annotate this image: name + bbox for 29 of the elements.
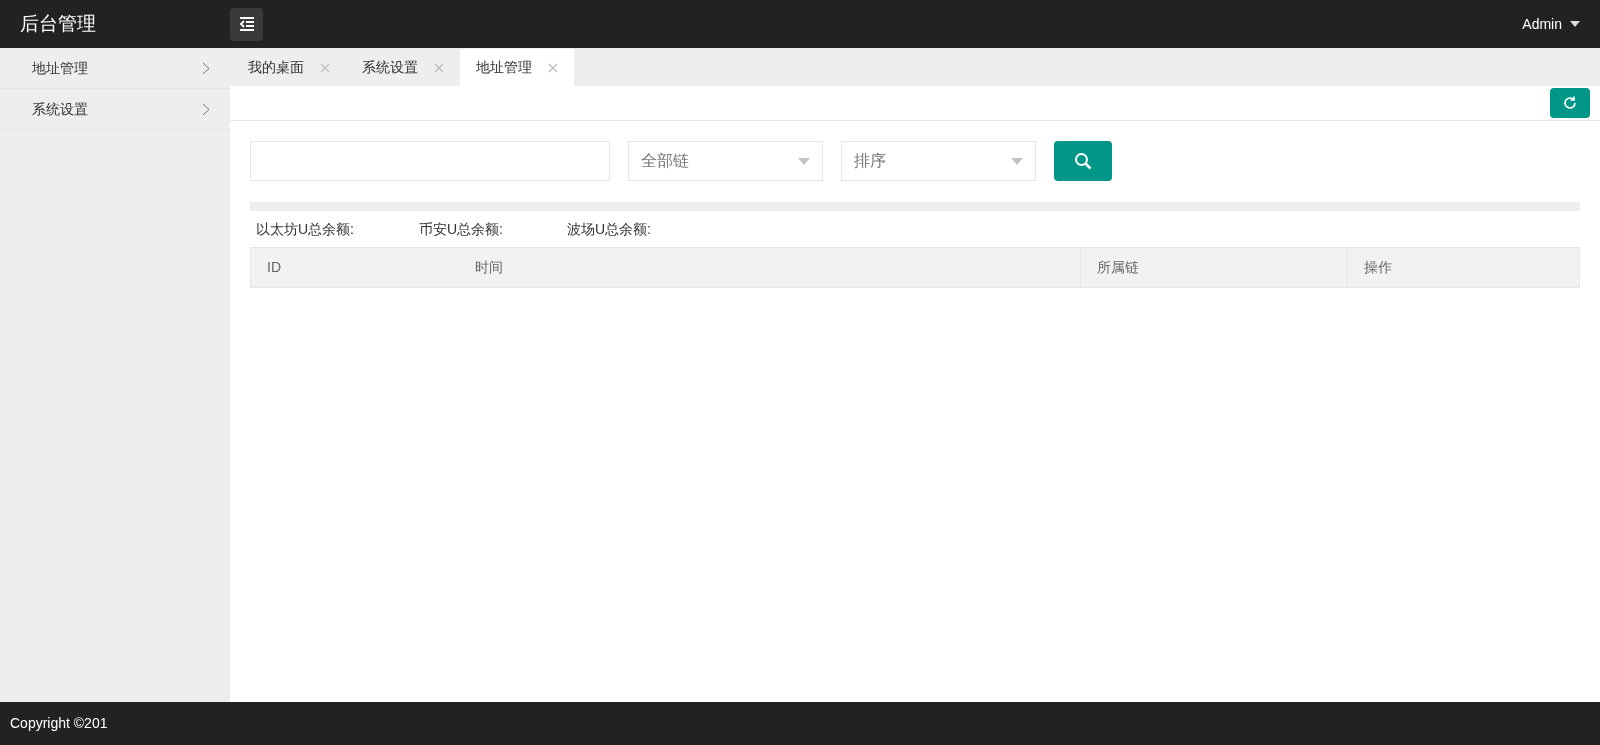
- chain-select[interactable]: 全部链: [628, 141, 823, 181]
- column-header: ID: [266, 258, 282, 277]
- search-icon: [1074, 152, 1092, 170]
- close-icon[interactable]: [548, 62, 558, 73]
- copyright-text: Copyright ©201: [10, 714, 108, 733]
- balance-label: 波场U总余额:: [567, 219, 652, 239]
- sort-select[interactable]: 排序: [841, 141, 1036, 181]
- close-icon[interactable]: [434, 62, 444, 73]
- menu-toggle-button[interactable]: [230, 7, 263, 41]
- user-menu[interactable]: Admin: [1522, 13, 1600, 35]
- column-header: 时间: [474, 258, 504, 277]
- search-button[interactable]: [1054, 141, 1112, 181]
- balance-label: 以太坊U总余额:: [256, 219, 355, 239]
- refresh-button[interactable]: [1550, 88, 1590, 118]
- search-field[interactable]: [250, 141, 610, 181]
- refresh-icon: [1562, 95, 1578, 111]
- column-header: 操作: [1347, 248, 1579, 287]
- menu-collapse-icon: [238, 17, 255, 31]
- tab[interactable]: 系统设置: [346, 49, 460, 86]
- tab[interactable]: 地址管理: [460, 49, 574, 86]
- close-icon[interactable]: [320, 62, 330, 73]
- app-title: 后台管理: [20, 12, 96, 34]
- dropdown-caret-icon: [1011, 157, 1023, 165]
- dropdown-caret-icon: [798, 157, 810, 165]
- tab[interactable]: 我的桌面: [232, 49, 346, 86]
- caret-icon: [1570, 21, 1580, 27]
- column-header: 所属链: [1080, 248, 1347, 287]
- sidebar-item[interactable]: 系统设置: [0, 89, 230, 130]
- balance-label: 币安U总余额:: [419, 219, 504, 239]
